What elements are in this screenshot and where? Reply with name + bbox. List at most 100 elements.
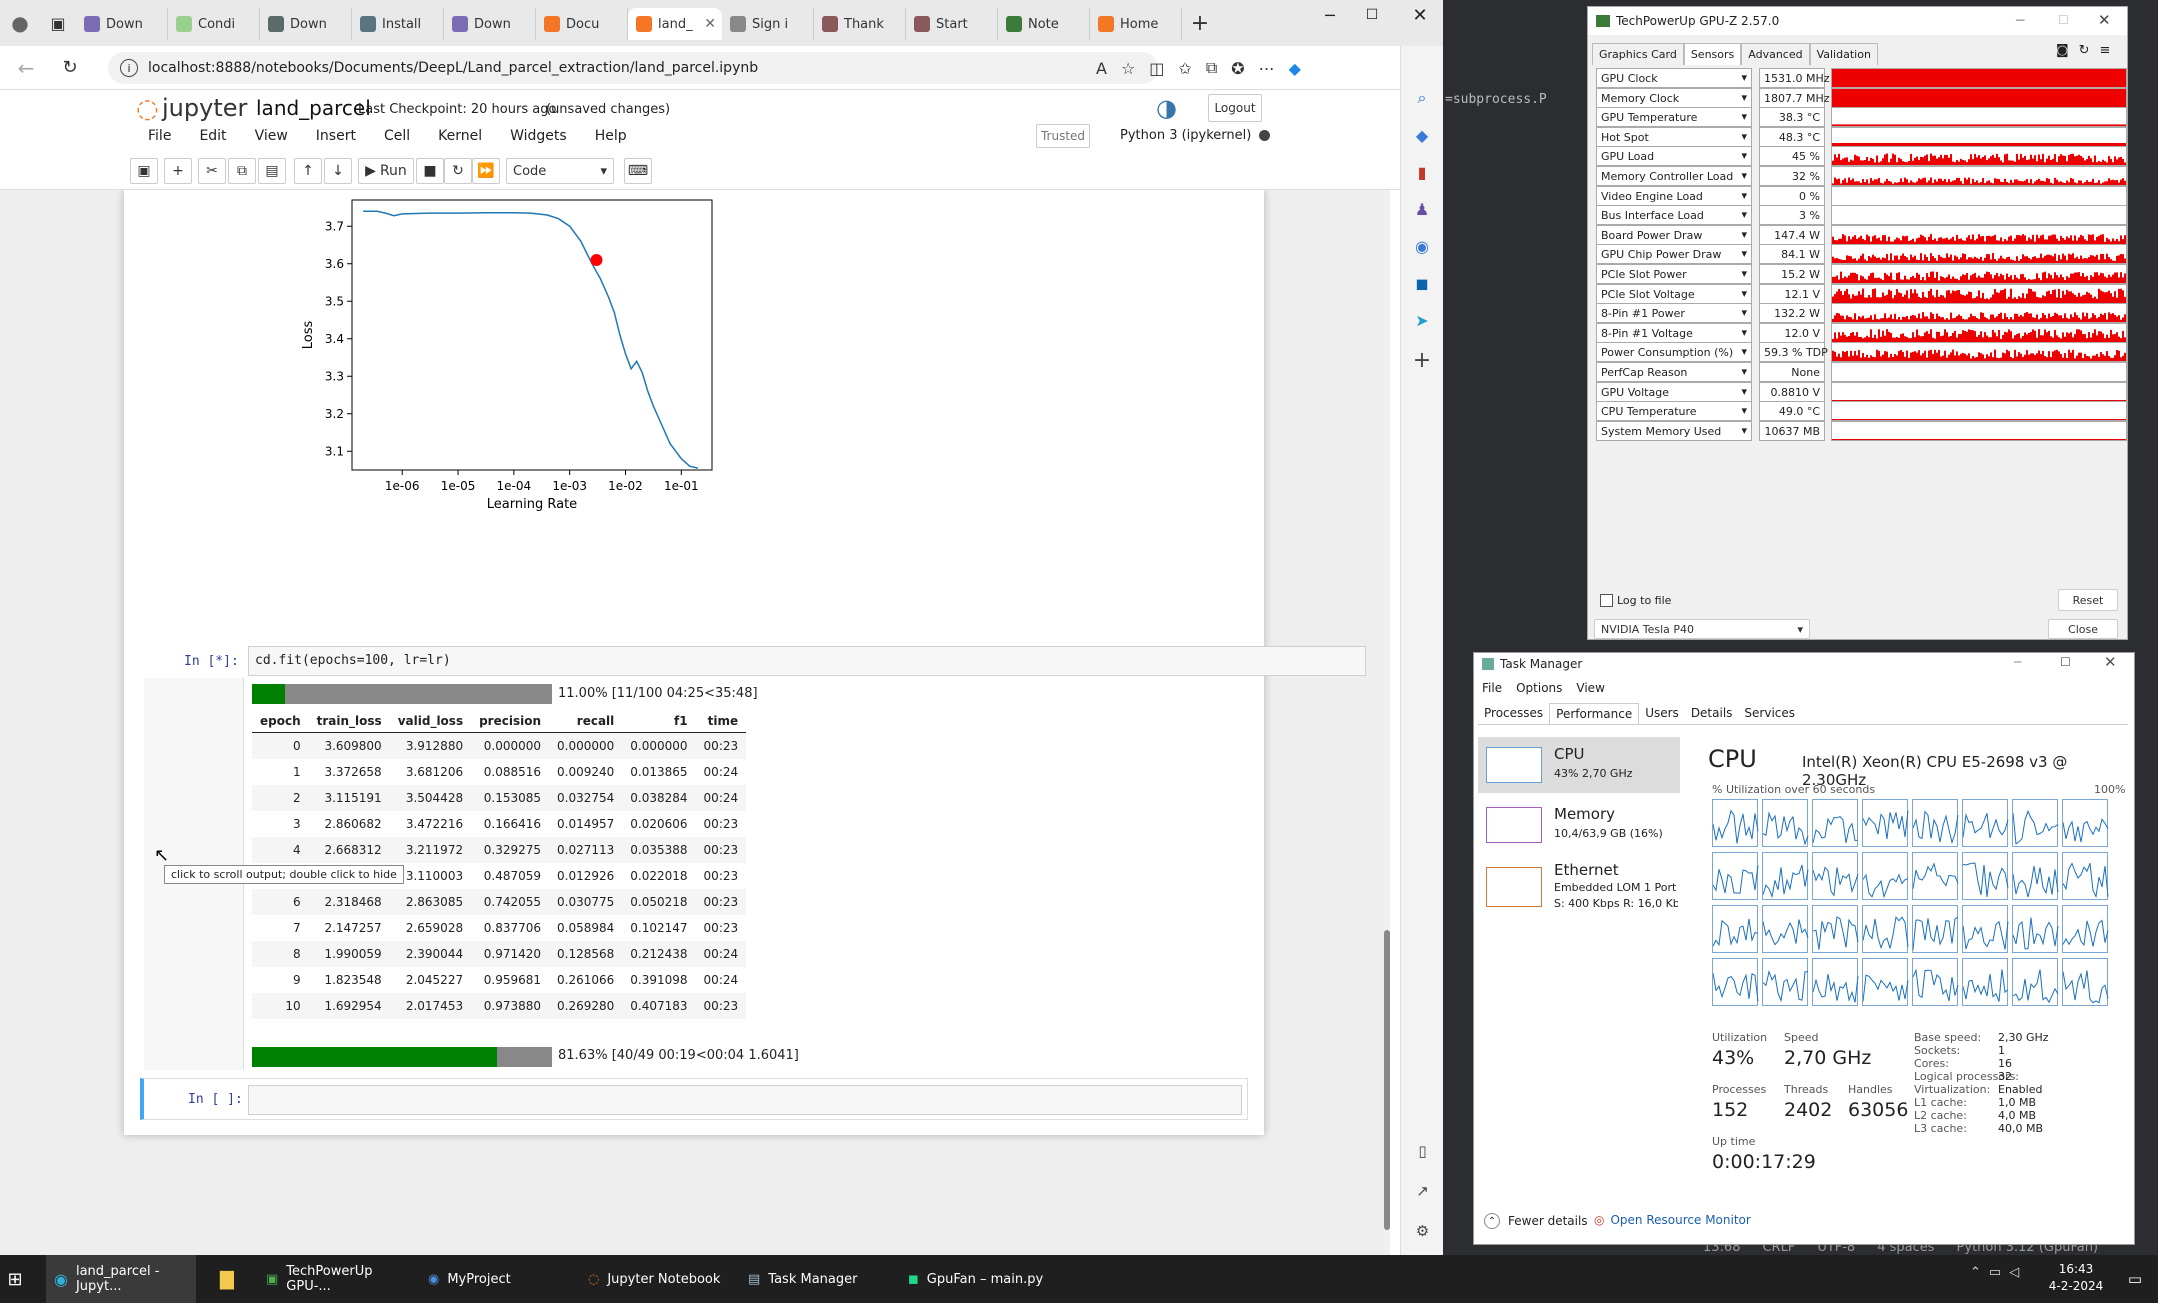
save-button[interactable]: ▣ — [130, 158, 158, 184]
sensor-name[interactable]: GPU Temperature ▾ — [1596, 107, 1752, 128]
url-field[interactable]: i localhost:8888/notebooks/Documents/Dee… — [108, 52, 1158, 84]
notebook-scrollbar-thumb[interactable] — [1384, 930, 1390, 1230]
tm-menu-options[interactable]: Options — [1516, 681, 1562, 695]
external-link-icon[interactable]: ↗ — [1416, 1182, 1429, 1200]
tray-chevron-icon[interactable]: ⌃ — [1970, 1265, 1981, 1280]
tm-side-cpu[interactable]: CPU 43% 2,70 GHz — [1478, 737, 1680, 793]
browser-tab[interactable]: Thank — [814, 8, 906, 40]
sensor-name[interactable]: Power Consumption (%) ▾ — [1596, 342, 1752, 363]
cell-1-input[interactable]: cd.fit(epochs=100, lr=lr) — [248, 646, 1366, 676]
cell-type-select[interactable]: Code ▾ — [506, 158, 614, 184]
gpuz-tab-advanced[interactable]: Advanced — [1741, 43, 1810, 65]
tm-close-icon[interactable]: ✕ — [2104, 653, 2117, 671]
add-sidebar-icon[interactable]: + — [1413, 348, 1431, 373]
minimize-icon[interactable]: ─ — [1310, 0, 1350, 30]
tm-side-memory[interactable]: Memory 10,4/63,9 GB (16%) — [1478, 797, 1680, 853]
sensor-name[interactable]: Memory Clock ▾ — [1596, 87, 1752, 108]
tm-minimize-icon[interactable]: ─ — [2014, 655, 2021, 669]
menu-cell[interactable]: Cell — [384, 128, 410, 144]
sensor-name[interactable]: System Memory Used ▾ — [1596, 420, 1752, 441]
taskbar-item-taskmanager[interactable]: ▤ Task Manager — [740, 1255, 900, 1303]
sensor-name[interactable]: PerfCap Reason ▾ — [1596, 362, 1752, 382]
menu-view[interactable]: View — [255, 128, 288, 144]
gpuz-minimize-icon[interactable]: ─ — [2016, 13, 2024, 29]
taskbar-item-pycharm[interactable]: ◼ GpuFan – main.py — [900, 1255, 1060, 1303]
open-resource-monitor[interactable]: ◎ Open Resource Monitor — [1594, 1213, 1751, 1227]
browser-tab[interactable]: Down — [444, 8, 536, 40]
sensor-name[interactable]: GPU Voltage ▾ — [1596, 381, 1752, 402]
menu-edit[interactable]: Edit — [199, 128, 226, 144]
jupyter-logo-icon[interactable]: ◌ — [136, 94, 159, 124]
volume-icon[interactable]: ◁ — [2009, 1265, 2019, 1280]
sensor-name[interactable]: Video Engine Load ▾ — [1596, 185, 1752, 206]
tm-tab-processes[interactable]: Processes — [1478, 703, 1549, 724]
restart-run-all-button[interactable]: ⏩ — [472, 158, 500, 184]
gpuz-tab-graphics-card[interactable]: Graphics Card — [1592, 43, 1684, 65]
profile-icon[interactable]: ● — [0, 3, 40, 43]
notebook-name[interactable]: land_parcel — [256, 96, 371, 120]
split-screen-icon[interactable]: ◫ — [1149, 59, 1164, 78]
menu-icon[interactable]: ≡ — [2100, 43, 2111, 58]
log-to-file[interactable]: Log to file — [1600, 594, 1671, 607]
browser-tab[interactable]: Docu — [536, 8, 628, 40]
browser-tab[interactable]: land_ ✕ — [628, 8, 722, 40]
read-aloud-icon[interactable]: A — [1096, 59, 1107, 78]
sensor-name[interactable]: PCIe Slot Voltage ▾ — [1596, 283, 1752, 304]
taskbar-item-myproject[interactable]: ◉ MyProject — [420, 1255, 580, 1303]
menu-kernel[interactable]: Kernel — [438, 128, 482, 144]
jupyter-logo-text[interactable]: jupyter — [162, 94, 247, 122]
sidebar-toggle-icon[interactable]: ▯ — [1418, 1142, 1426, 1160]
menu-insert[interactable]: Insert — [316, 128, 356, 144]
run-button[interactable]: ▶ Run — [358, 158, 414, 184]
tm-tab-services[interactable]: Services — [1738, 703, 1801, 724]
sensor-name[interactable]: Bus Interface Load ▾ — [1596, 205, 1752, 226]
info-icon[interactable]: i — [120, 59, 138, 77]
sensor-name[interactable]: Hot Spot ▾ — [1596, 126, 1752, 147]
taskbar-item-explorer[interactable]: ▇ — [212, 1255, 252, 1303]
sensor-name[interactable]: PCIe Slot Power ▾ — [1596, 264, 1752, 284]
gpuz-tab-validation[interactable]: Validation — [1809, 43, 1878, 65]
trusted-indicator[interactable]: Trusted — [1036, 124, 1090, 148]
paste-button[interactable]: ▤ — [258, 158, 286, 184]
browser-tab[interactable]: Down — [260, 8, 352, 40]
tm-menu-file[interactable]: File — [1482, 681, 1502, 695]
taskbar-item-jupyter[interactable]: ◌ Jupyter Notebook — [580, 1255, 740, 1303]
cell-2[interactable]: In [ ]: — [140, 1078, 1248, 1120]
extensions-icon[interactable]: ✪ — [1231, 59, 1244, 78]
copy-button[interactable]: ⧉ — [228, 158, 256, 184]
tm-tab-users[interactable]: Users — [1639, 703, 1685, 724]
browser-tab[interactable]: Start — [906, 8, 998, 40]
gpuz-close-button[interactable]: Close — [2048, 619, 2118, 639]
fewer-details[interactable]: ⌃ Fewer details — [1484, 1213, 1588, 1229]
browser-tab[interactable]: Install — [352, 8, 444, 40]
sensor-name[interactable]: 8-Pin #1 Power ▾ — [1596, 303, 1752, 324]
back-icon[interactable]: ← — [0, 56, 52, 80]
close-icon[interactable]: ✕ — [1400, 0, 1440, 30]
search-icon[interactable]: ⌕ — [1418, 88, 1427, 108]
settings-icon[interactable]: ⚙ — [1416, 1222, 1429, 1240]
sensor-name[interactable]: Memory Controller Load ▾ — [1596, 166, 1752, 186]
more-icon[interactable]: ⋯ — [1259, 59, 1275, 78]
taskbar-item-browser[interactable]: ◉ land_parcel - Jupyt... — [46, 1255, 196, 1303]
sensor-name[interactable]: 8-Pin #1 Voltage ▾ — [1596, 322, 1752, 343]
tm-menu-view[interactable]: View — [1576, 681, 1604, 695]
sensor-name[interactable]: GPU Load ▾ — [1596, 146, 1752, 167]
tm-maximize-icon[interactable]: ☐ — [2060, 655, 2071, 669]
new-tab-icon[interactable]: + — [1182, 5, 1218, 41]
send-icon[interactable]: ➤ — [1415, 311, 1428, 330]
tab-close-icon[interactable]: ✕ — [704, 16, 716, 32]
menu-file[interactable]: File — [148, 128, 171, 144]
taskbar-item-gpuz[interactable]: ▣ TechPowerUp GPU-... — [258, 1255, 418, 1303]
favorites-icon[interactable]: ✩ — [1178, 59, 1191, 78]
browser-tab[interactable]: Home — [1090, 8, 1182, 40]
gpuz-tab-sensors[interactable]: Sensors — [1683, 43, 1742, 65]
gpuz-reset-button[interactable]: Reset — [2058, 589, 2118, 611]
sensor-name[interactable]: CPU Temperature ▾ — [1596, 401, 1752, 422]
shopping-icon[interactable]: ◆ — [1416, 126, 1428, 145]
sensor-name[interactable]: Board Power Draw ▾ — [1596, 224, 1752, 245]
notifications-icon[interactable]: ▭ — [2120, 1255, 2150, 1303]
menu-help[interactable]: Help — [595, 128, 627, 144]
log-to-file-checkbox[interactable] — [1600, 594, 1613, 607]
start-icon[interactable]: ⊞ — [0, 1255, 30, 1303]
command-palette-button[interactable]: ⌨ — [624, 158, 652, 184]
